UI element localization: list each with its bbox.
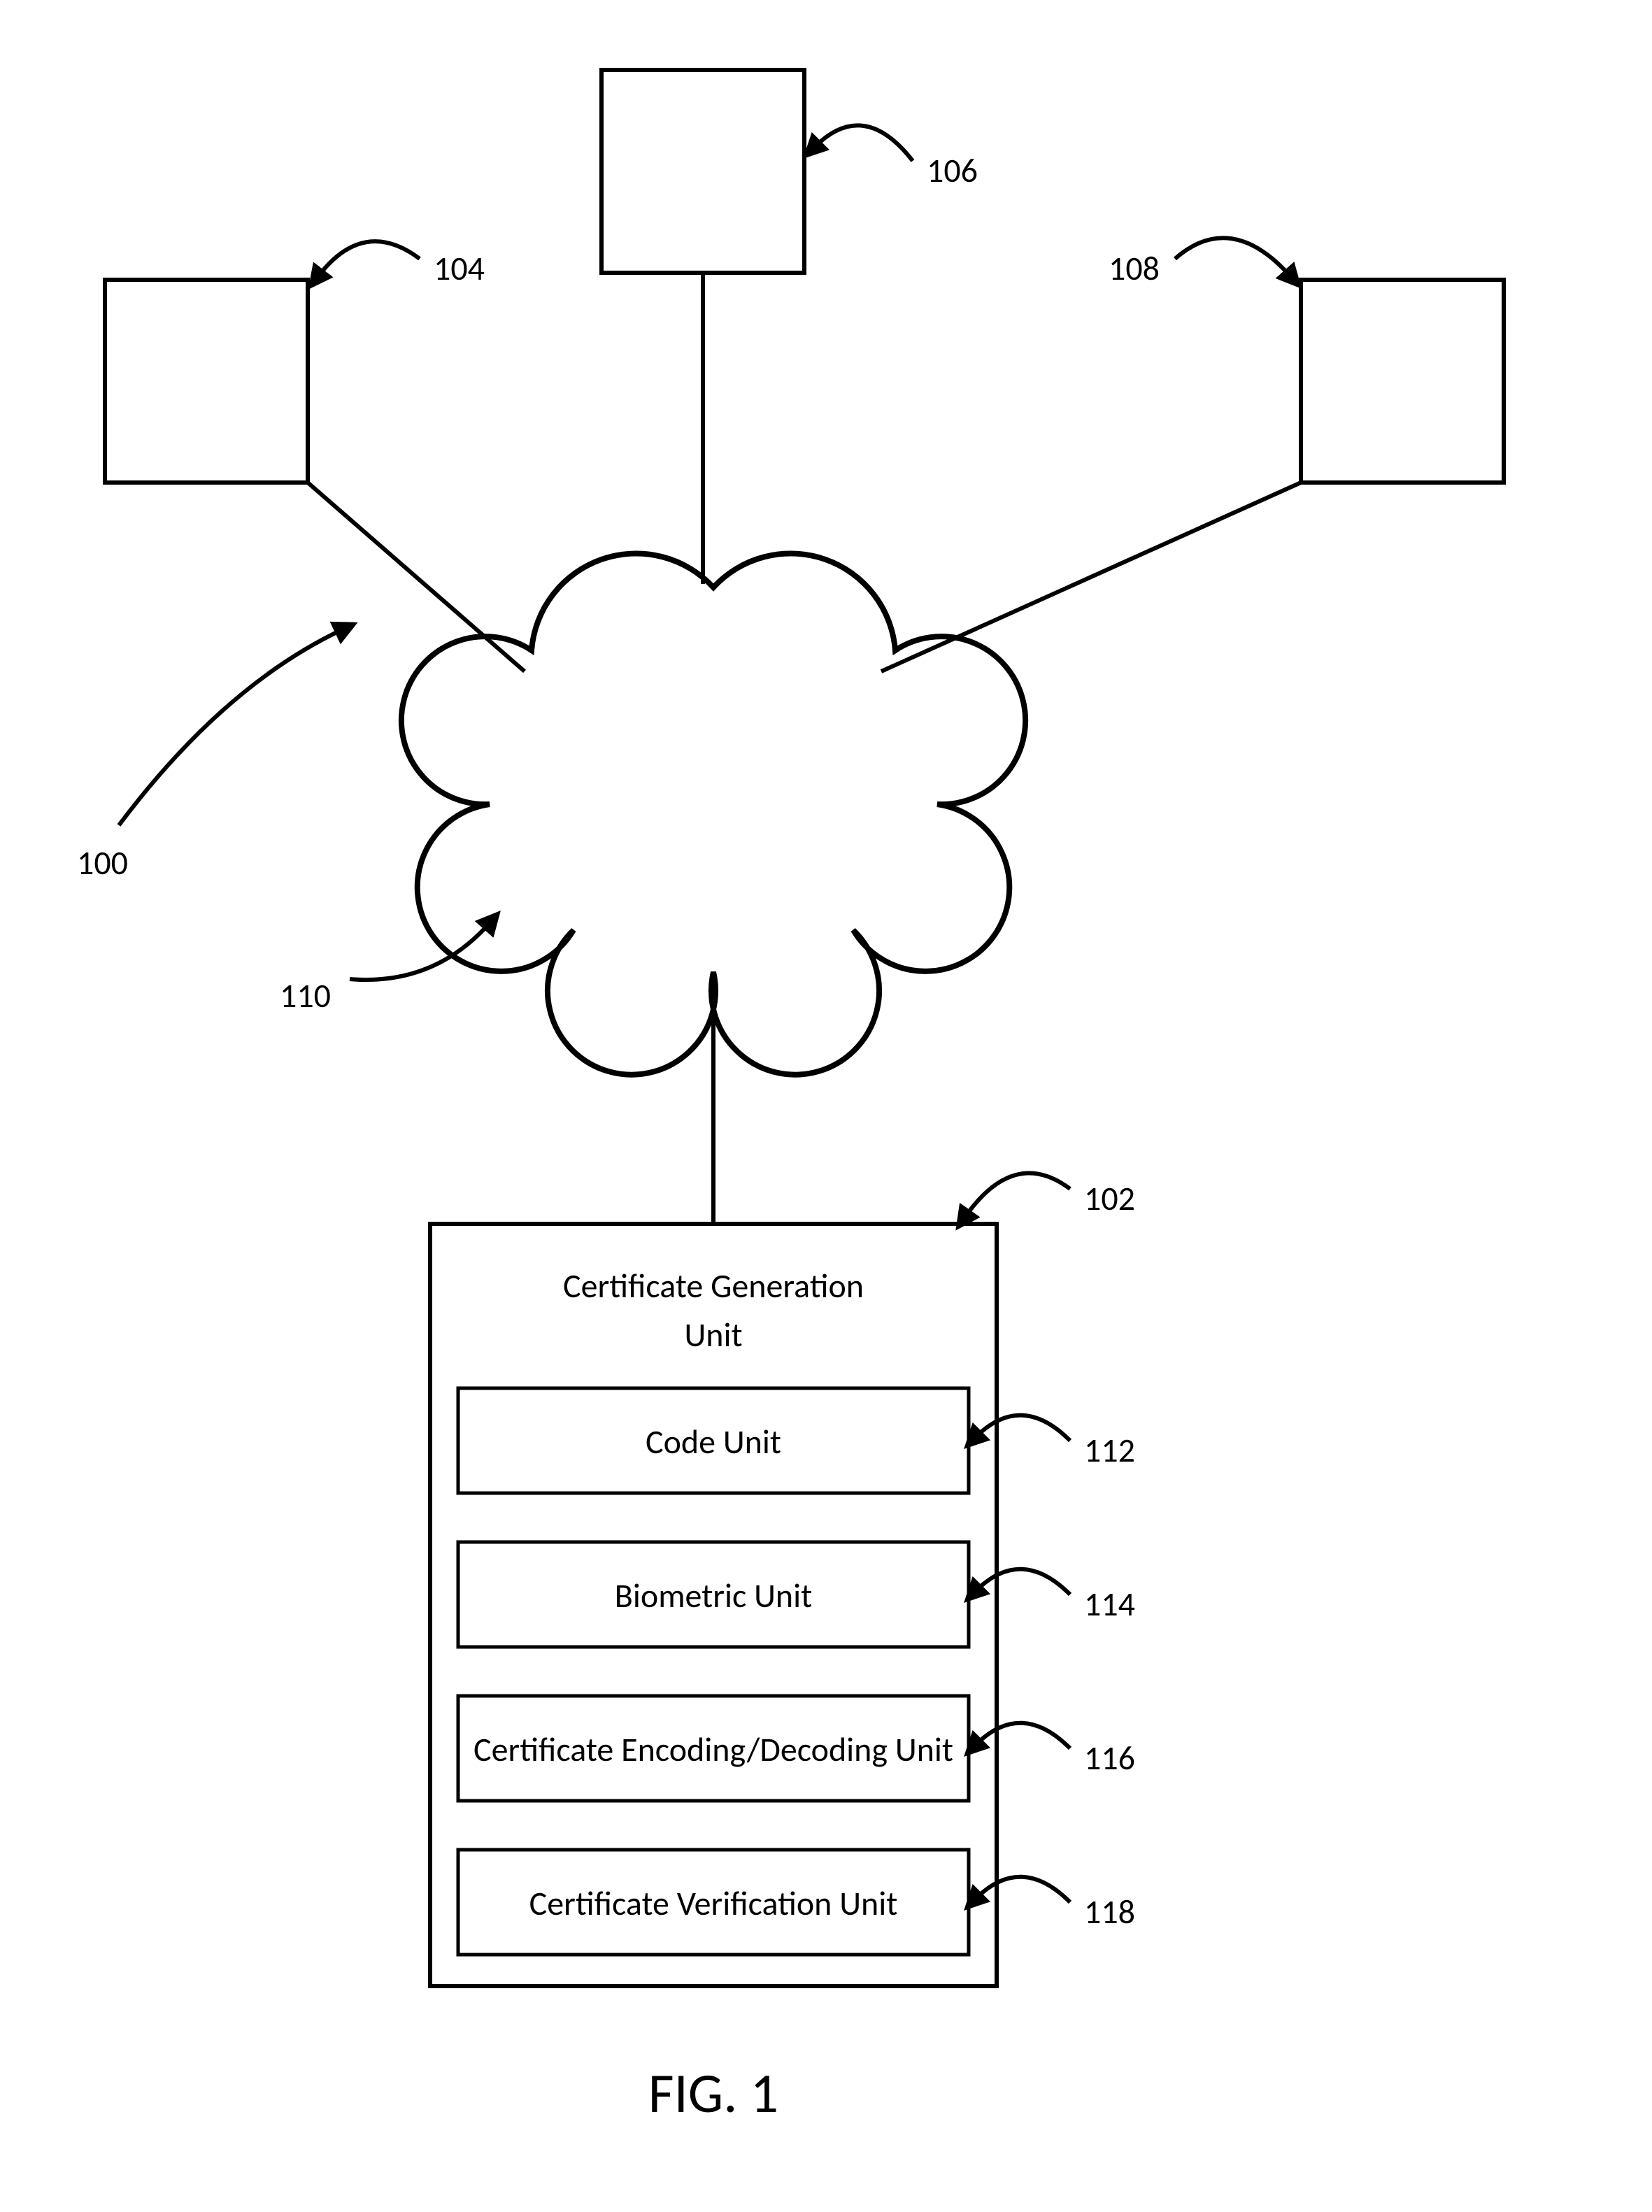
ref-110: 110: [280, 975, 331, 1016]
cloud-110: [401, 554, 1025, 1075]
figure-1-diagram: Certificate Generation Unit Code Unit Bi…: [0, 0, 1652, 2212]
leader-110: [350, 923, 490, 980]
box-106: [601, 70, 804, 273]
main-box-title-line1: Certificate Generation: [563, 1265, 864, 1306]
box-108: [1301, 280, 1504, 483]
leader-100: [119, 629, 343, 825]
leader-102: [965, 1173, 1070, 1218]
ref-106: 106: [927, 150, 978, 191]
ref-118: 118: [1084, 1891, 1135, 1932]
leader-112: [976, 1415, 1070, 1441]
leader-114: [976, 1569, 1070, 1594]
leader-108: [1175, 238, 1290, 276]
ref-102: 102: [1084, 1178, 1135, 1219]
connector-104-cloud: [308, 483, 525, 671]
leader-116: [976, 1723, 1070, 1748]
connector-108-cloud: [881, 483, 1301, 671]
ref-112: 112: [1084, 1429, 1135, 1471]
ref-114: 114: [1084, 1583, 1135, 1625]
leader-106: [815, 125, 913, 161]
leader-118: [976, 1877, 1070, 1902]
leader-104: [318, 241, 420, 276]
main-box-title-line2: Unit: [684, 1314, 742, 1355]
figure-label: FIG. 1: [648, 2060, 778, 2127]
sub-box-112-label: Code Unit: [646, 1421, 781, 1462]
ref-116: 116: [1084, 1737, 1135, 1778]
ref-104: 104: [434, 248, 485, 289]
box-104: [105, 280, 308, 483]
sub-box-118-label: Certificate Verification Unit: [529, 1883, 898, 1924]
ref-108: 108: [1109, 248, 1160, 289]
sub-box-114-label: Biometric Unit: [615, 1575, 813, 1616]
ref-100: 100: [77, 842, 128, 883]
sub-box-116-label: Certificate Encoding/Decoding Unit: [473, 1729, 953, 1770]
